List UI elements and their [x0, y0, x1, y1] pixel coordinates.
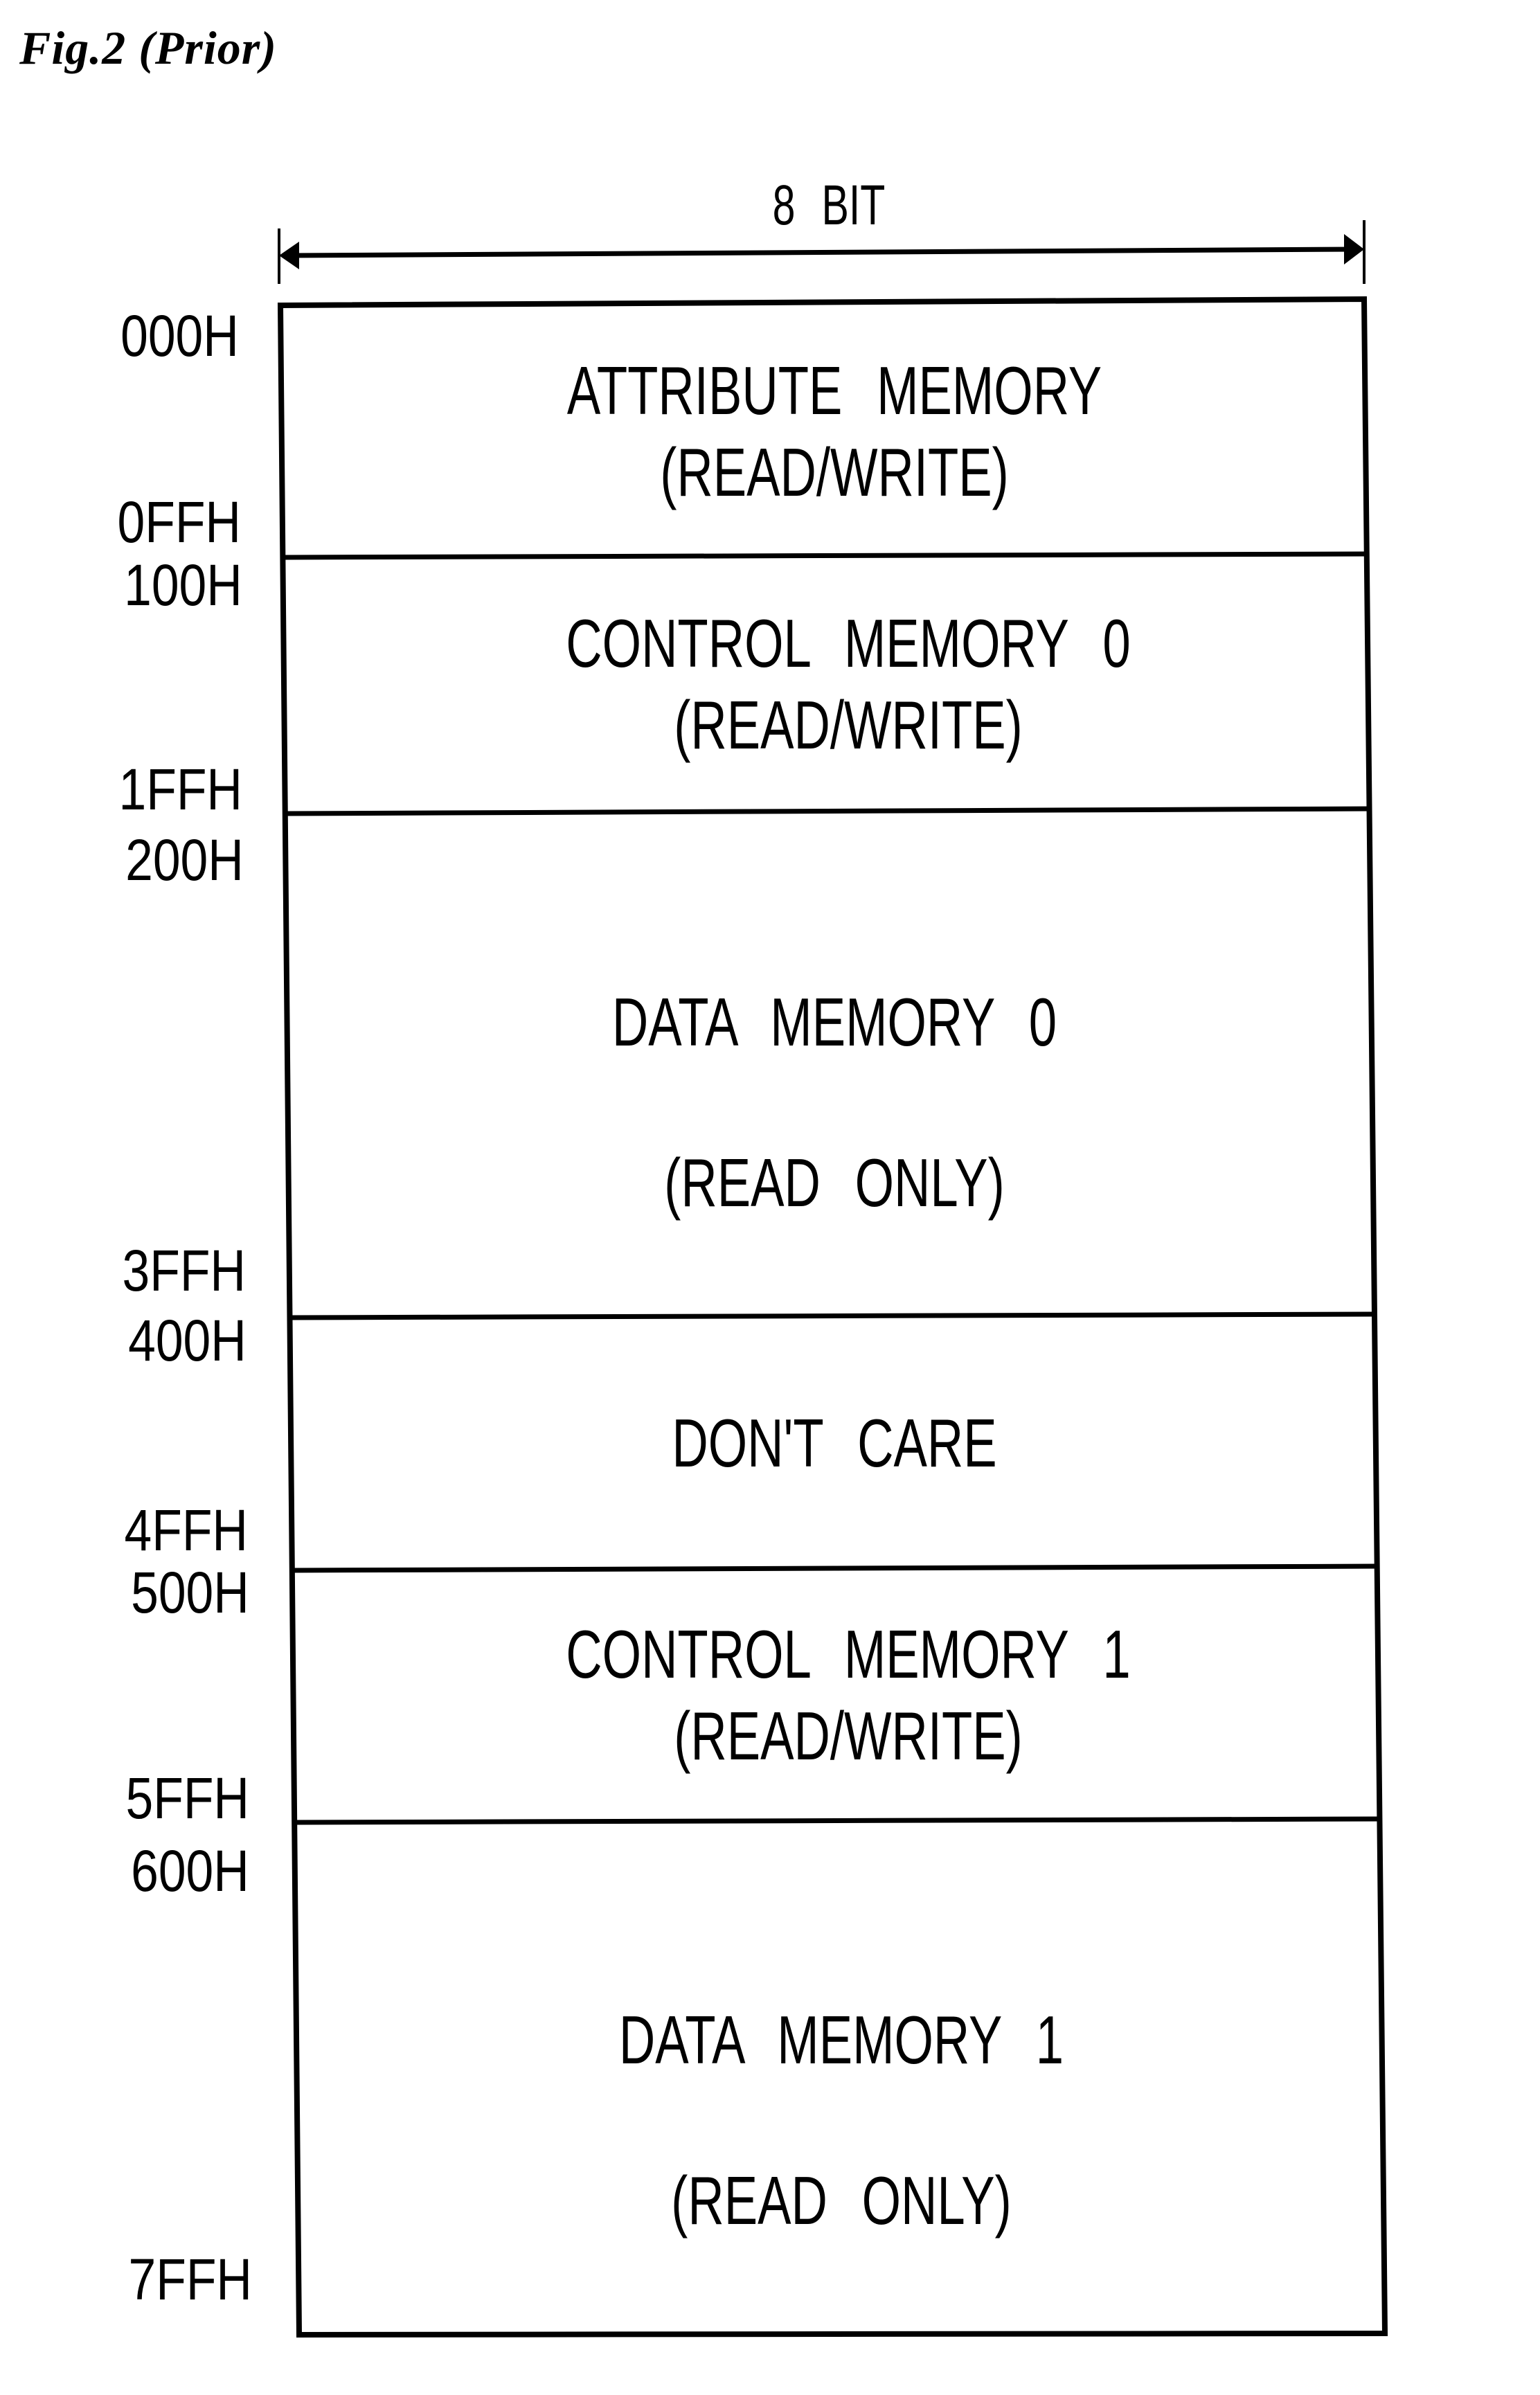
segment-access: (READ/WRITE)	[674, 687, 1023, 763]
address-start-label: 200H	[125, 827, 244, 892]
segment-attribute-memory: ATTRIBUTE MEMORY (READ/WRITE)	[291, 350, 1378, 513]
segment-control-memory-0: CONTROL MEMORY 0 (READ/WRITE)	[291, 602, 1378, 766]
address-end-label: 4FFH	[124, 1498, 249, 1563]
address-end-label: 1FFH	[118, 757, 243, 822]
address-start-label: 500H	[131, 1560, 249, 1625]
address-end-label: 7FFH	[128, 2247, 253, 2312]
segment-name: ATTRIBUTE MEMORY	[566, 352, 1102, 429]
address-start-label: 600H	[131, 1838, 249, 1903]
segment-name: DATA MEMORY 1	[618, 2002, 1064, 2078]
segment-access: (READ ONLY)	[671, 2162, 1012, 2239]
segment-name: CONTROL MEMORY 0	[566, 605, 1131, 681]
segment-name: DON'T CARE	[672, 1405, 997, 1481]
divider-5ff-600	[295, 1816, 1381, 1825]
dimension-line	[290, 246, 1354, 258]
segment-access: (READ ONLY)	[664, 1145, 1005, 1221]
divider-3ff-400	[290, 1311, 1376, 1320]
address-end-label: 0FFH	[117, 490, 242, 555]
arrowhead-left-icon	[279, 242, 299, 269]
segment-data-memory-1: DATA MEMORY 1 (READ ONLY)	[298, 1959, 1385, 2281]
segment-dont-care: DON'T CARE	[291, 1402, 1378, 1484]
segment-access: (READ/WRITE)	[660, 434, 1009, 510]
address-start-label: 000H	[120, 303, 239, 368]
divider-1ff-200	[286, 806, 1372, 816]
divider-4ff-500	[293, 1563, 1379, 1573]
address-end-label: 3FFH	[122, 1238, 247, 1303]
divider-0ff-100	[283, 551, 1369, 560]
segment-name: DATA MEMORY 0	[611, 984, 1057, 1060]
segment-control-memory-1: CONTROL MEMORY 1 (READ/WRITE)	[291, 1613, 1378, 1777]
address-start-label: 400H	[128, 1308, 247, 1373]
arrowhead-right-icon	[1344, 234, 1364, 264]
segment-access: (READ/WRITE)	[674, 1698, 1023, 1774]
address-end-label: 5FFH	[125, 1766, 250, 1831]
segment-data-memory-0: DATA MEMORY 0 (READ ONLY)	[291, 942, 1378, 1263]
address-start-label: 100H	[124, 553, 242, 618]
segment-name: CONTROL MEMORY 1	[566, 1616, 1131, 1692]
